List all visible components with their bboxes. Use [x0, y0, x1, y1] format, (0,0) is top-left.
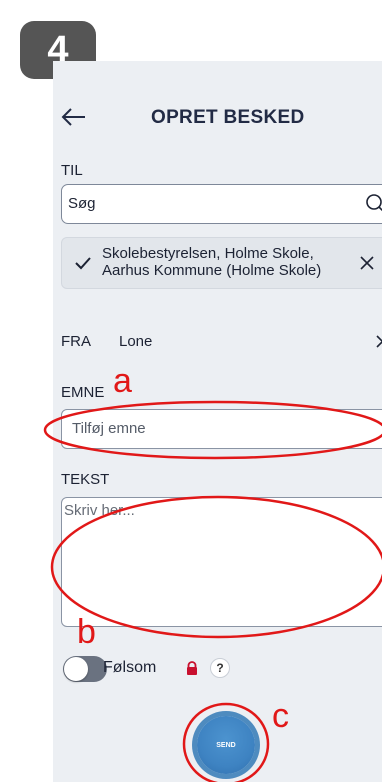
header: OPRET BESKED	[53, 61, 382, 171]
selected-recipient-chip[interactable]: Skolebestyrelsen, Holme Skole, Aarhus Ko…	[61, 237, 382, 289]
search-icon[interactable]	[365, 193, 382, 215]
close-icon[interactable]	[376, 334, 382, 348]
to-label: TIL	[61, 162, 83, 179]
annotation-label-b: b	[77, 613, 96, 651]
recipient-search-input[interactable]: Søg	[61, 184, 382, 224]
text-label: TEKST	[61, 471, 110, 488]
message-placeholder: Skriv her...	[64, 502, 135, 519]
send-button[interactable]: SEND	[197, 716, 255, 774]
annotation-label-c: c	[272, 697, 289, 735]
toggle-knob	[64, 657, 88, 681]
page-title: OPRET BESKED	[151, 107, 305, 128]
message-textarea[interactable]: Skriv her...	[61, 497, 382, 627]
subject-placeholder: Tilføj emne	[72, 420, 146, 437]
from-value: Lone	[119, 333, 153, 350]
recipient-name: Skolebestyrelsen, Holme Skole, Aarhus Ko…	[102, 245, 322, 279]
back-arrow-icon[interactable]	[59, 99, 89, 135]
app-screen: OPRET BESKED TIL Søg Skolebestyrelsen, H…	[53, 61, 382, 782]
check-icon	[75, 257, 91, 270]
subject-label: EMNE	[61, 384, 105, 401]
subject-input[interactable]: Tilføj emne	[61, 409, 382, 449]
from-label: FRA	[61, 333, 91, 350]
search-placeholder: Søg	[68, 195, 96, 212]
lock-icon	[187, 661, 197, 675]
close-icon[interactable]	[360, 256, 374, 270]
annotation-label-a: a	[113, 362, 132, 400]
sensitive-toggle[interactable]	[63, 656, 107, 682]
sensitive-label: Følsom	[103, 659, 157, 676]
help-icon[interactable]: ?	[210, 658, 230, 678]
